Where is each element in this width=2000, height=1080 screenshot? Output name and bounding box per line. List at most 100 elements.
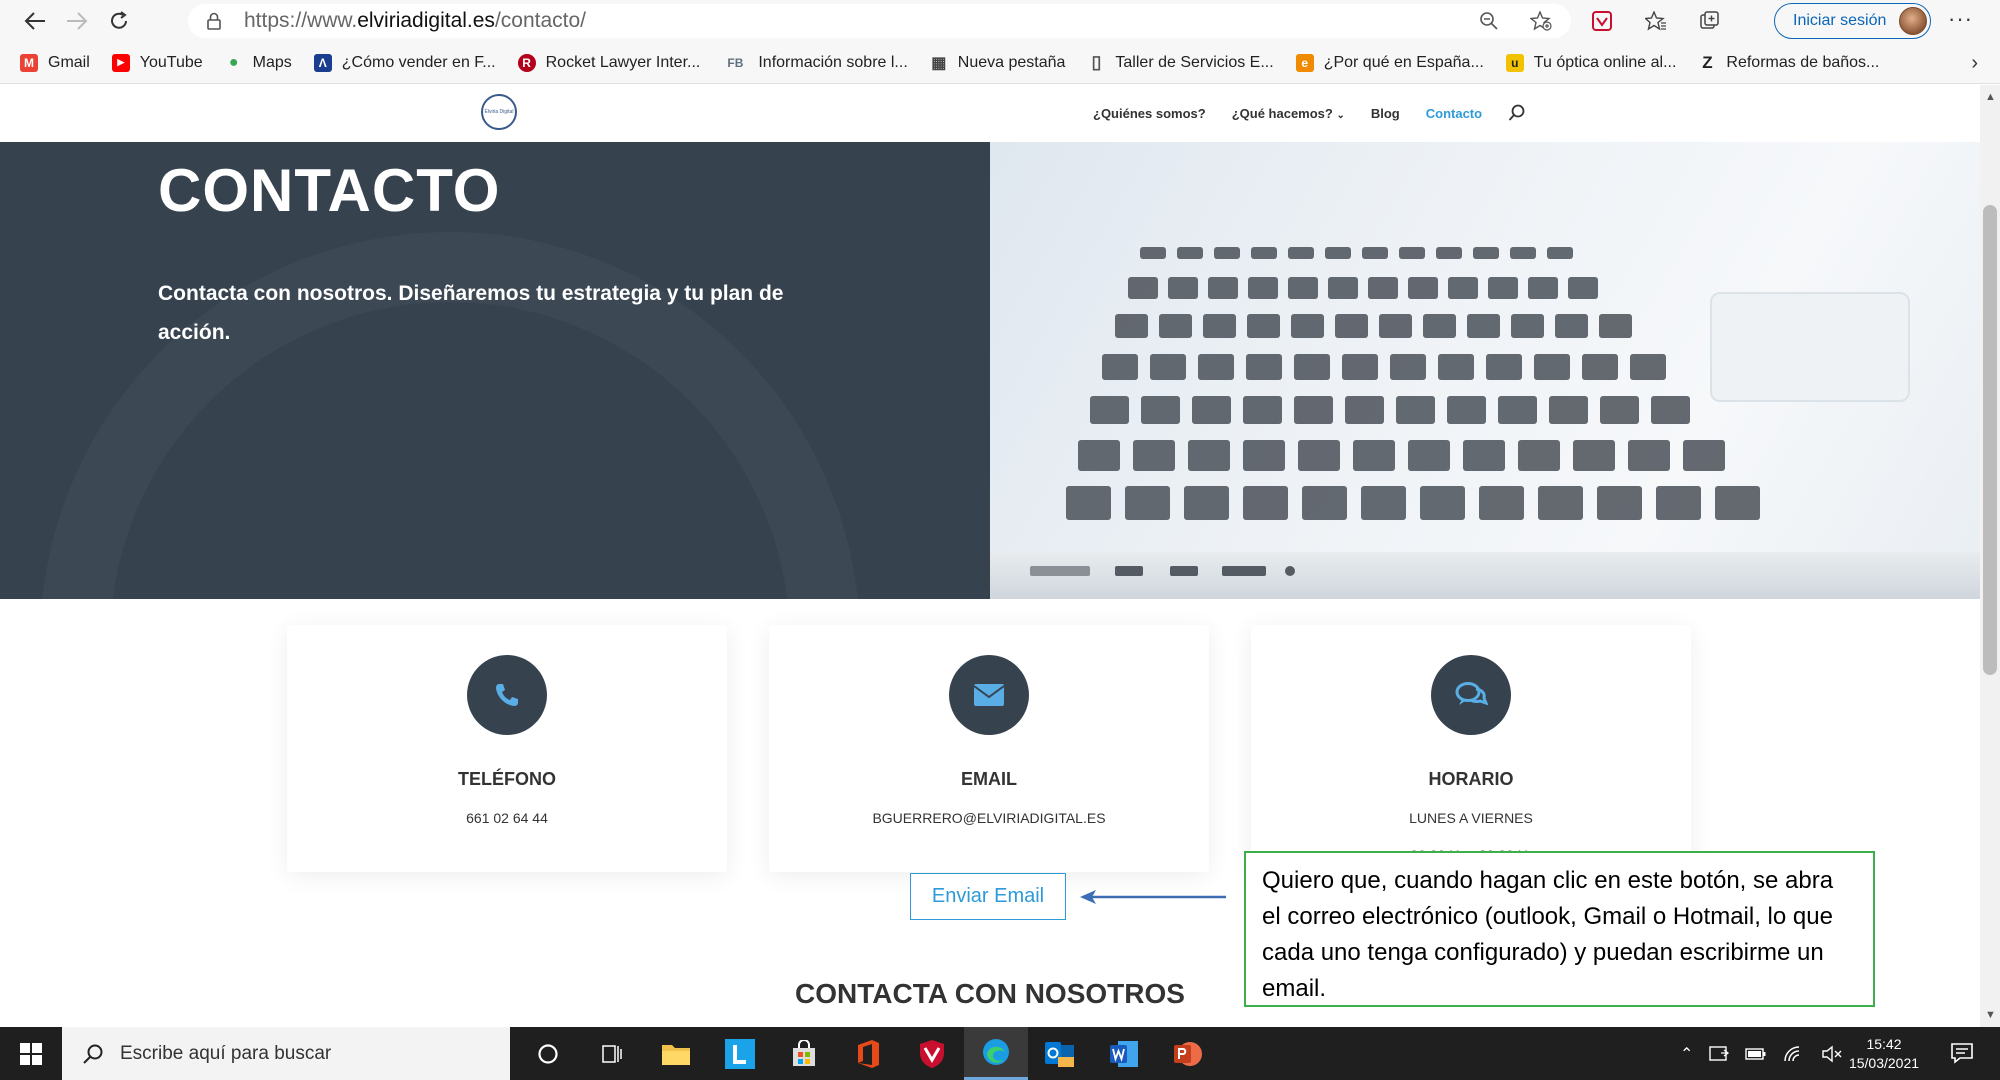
chevron-down-icon: ⌄ <box>1336 109 1345 121</box>
bookmark-item[interactable]: ▯ Taller de Servicios E... <box>1087 52 1273 72</box>
powerpoint-button[interactable] <box>1156 1027 1220 1080</box>
collections-icon[interactable] <box>1698 10 1722 32</box>
zoom-icon[interactable] <box>1477 10 1501 32</box>
keyboard-key <box>1436 247 1462 259</box>
keyboard-key <box>1486 354 1522 380</box>
card-title: EMAIL <box>961 769 1017 789</box>
taskbar-search-placeholder: Escribe aquí para buscar <box>120 1042 332 1064</box>
store-button[interactable] <box>772 1027 836 1080</box>
address-bar[interactable]: https://www.elviriadigital.es/contacto/ <box>188 4 1571 38</box>
bookmark-item[interactable]: ▶ YouTube <box>111 53 203 72</box>
keyboard-key <box>1597 486 1642 520</box>
menu-item-quienes-somos[interactable]: ¿Quiénes somos? <box>1093 106 1206 121</box>
menu-item-contacto[interactable]: Contacto <box>1426 106 1482 121</box>
more-menu-button[interactable]: ··· <box>1948 6 1973 32</box>
bookmark-item[interactable]: e ¿Por qué en España... <box>1295 53 1484 72</box>
keyboard-key <box>1328 277 1358 299</box>
add-favorite-icon[interactable] <box>1529 10 1553 32</box>
keyboard-key <box>1510 247 1536 259</box>
security-tray-icon[interactable] <box>1709 1045 1730 1063</box>
bookmark-item[interactable]: ▦ Nueva pestaña <box>930 54 1065 72</box>
chevron-up-icon[interactable]: ⌃ <box>1680 1044 1693 1064</box>
keyboard-key <box>1342 354 1378 380</box>
keyboard-key <box>1715 486 1760 520</box>
phone-circle <box>467 655 547 735</box>
send-email-button[interactable]: Enviar Email <box>910 873 1066 920</box>
bookmark-item[interactable]: M Gmail <box>20 53 90 72</box>
bookmark-item[interactable]: Λ ¿Cómo vender en F... <box>313 53 496 72</box>
refresh-button[interactable] <box>98 0 140 42</box>
keyboard-key <box>1399 247 1425 259</box>
edge-icon <box>983 1039 1009 1065</box>
menu-item-blog[interactable]: Blog <box>1371 106 1400 121</box>
keyboard-key <box>1408 440 1450 471</box>
bookmarks-bar: M Gmail ▶ YouTube ● Maps Λ ¿Cómo vender en F… <box>0 42 2000 84</box>
hero-section: CONTACTO Contacta con nosotros. Diseñare… <box>0 142 1980 599</box>
email-address[interactable]: BGUERRERO@ELVIRIADIGITAL.ES <box>769 810 1209 826</box>
outlook-button[interactable] <box>1028 1027 1092 1080</box>
bookmark-item[interactable]: ● Maps <box>225 54 292 72</box>
phone-number[interactable]: 661 02 64 44 <box>287 810 727 826</box>
taskbar-apps <box>516 1027 1220 1080</box>
battery-icon[interactable] <box>1745 1047 1767 1061</box>
bookmark-item[interactable]: Z Reformas de baños... <box>1698 53 1879 72</box>
cortana-button[interactable] <box>516 1027 580 1080</box>
keyboard-key <box>1568 277 1598 299</box>
wifi-icon[interactable] <box>1783 1045 1805 1063</box>
notification-icon[interactable] <box>1950 1041 1974 1065</box>
rocket-lawyer-icon: R <box>517 53 536 72</box>
keyboard-key <box>1168 277 1198 299</box>
chevron-right-icon[interactable]: › <box>1971 52 1978 75</box>
task-view-button[interactable] <box>580 1027 644 1080</box>
page-scrollbar[interactable]: ▲ ▼ <box>1980 85 2000 1027</box>
keyboard-key <box>1208 277 1238 299</box>
search-icon[interactable] <box>1508 104 1526 122</box>
keyboard-key <box>1538 486 1583 520</box>
keyboard-key <box>1203 314 1236 338</box>
taskbar-search[interactable]: Escribe aquí para buscar <box>62 1027 510 1080</box>
main-menu: ¿Quiénes somos? ¿Qué hacemos? ⌄ Blog Con… <box>1093 104 1526 122</box>
mcafee-button[interactable] <box>900 1027 964 1080</box>
keyboard-key <box>1078 440 1120 471</box>
keyboard-key <box>1498 396 1537 424</box>
folder-icon <box>662 1044 690 1065</box>
start-button[interactable] <box>0 1027 62 1080</box>
maps-icon: ● <box>228 53 239 71</box>
keyboard-key <box>1408 277 1438 299</box>
site-logo[interactable]: Elviria Digital <box>481 94 517 130</box>
url-text: https://www.elviriadigital.es/contacto/ <box>244 9 586 32</box>
arrow-left-icon <box>24 12 45 30</box>
keyboard-key <box>1438 354 1474 380</box>
bookmark-item[interactable]: u Tu óptica online al... <box>1505 53 1676 72</box>
menu-item-que-hacemos[interactable]: ¿Qué hacemos? ⌄ <box>1232 106 1345 121</box>
phone-card: TELÉFONO 661 02 64 44 <box>287 625 727 872</box>
keyboard-key <box>1177 247 1203 259</box>
keyboard-key <box>1102 354 1138 380</box>
l-app-icon <box>725 1038 755 1069</box>
keyboard-key <box>1125 486 1170 520</box>
scroll-up-icon[interactable]: ▲ <box>1985 91 1996 103</box>
file-explorer-button[interactable] <box>644 1027 708 1080</box>
favorites-icon[interactable] <box>1644 10 1668 32</box>
annotation-callout: Quiero que, cuando hagan clic en este bo… <box>1244 851 1875 1007</box>
keyboard-key <box>1251 247 1277 259</box>
contact-cards: TELÉFONO 661 02 64 44 EMAIL BGUERRERO@EL… <box>0 625 1980 875</box>
browser-toolbar: https://www.elviriadigital.es/contacto/ <box>0 0 2000 42</box>
scrollbar-thumb[interactable] <box>1983 205 1997 675</box>
extension-shield-icon[interactable] <box>1590 10 1614 32</box>
scroll-down-icon[interactable]: ▼ <box>1985 1009 1996 1021</box>
edge-button[interactable] <box>964 1027 1028 1080</box>
taskbar-clock[interactable]: 15:42 15/03/2021 <box>1838 1035 1930 1073</box>
forward-button[interactable] <box>56 0 98 42</box>
keyboard-key <box>1630 354 1666 380</box>
bookmark-item[interactable]: R Rocket Lawyer Inter... <box>517 53 700 72</box>
office-button[interactable] <box>836 1027 900 1080</box>
signin-button[interactable]: Iniciar sesión <box>1774 3 1931 39</box>
app-l-button[interactable] <box>708 1027 772 1080</box>
keyboard-key <box>1628 440 1670 471</box>
back-button[interactable] <box>14 0 56 42</box>
fb-icon: FB <box>727 55 744 70</box>
bookmark-item[interactable]: FB Información sobre l... <box>722 54 907 72</box>
keyboard-key <box>1420 486 1465 520</box>
word-button[interactable] <box>1092 1027 1156 1080</box>
